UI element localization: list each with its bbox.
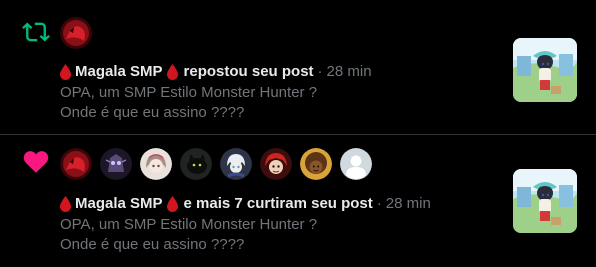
post-thumbnail[interactable] [513, 38, 577, 102]
retweet-icon [22, 22, 50, 42]
default-avatar-icon[interactable] [340, 148, 372, 180]
separator-dot: · [376, 195, 382, 212]
avatar[interactable] [260, 148, 292, 180]
notification-headline: Magala SMP repostou seu post · 28 min [60, 62, 372, 82]
avatar[interactable] [220, 148, 252, 180]
avatar[interactable] [300, 148, 332, 180]
blood-drop-icon [60, 64, 71, 80]
actor-name[interactable]: Magala SMP [75, 194, 163, 214]
blood-drop-icon [166, 64, 178, 80]
blood-drop-icon [60, 196, 71, 212]
timestamp[interactable]: 28 min [327, 62, 372, 82]
timestamp[interactable]: 28 min [386, 194, 431, 214]
heart-icon [23, 151, 49, 173]
notification-repost[interactable]: Magala SMP repostou seu post · 28 min OP… [0, 0, 596, 135]
post-preview-text[interactable]: OPA, um SMP Estilo Monster Hunter ? Onde… [60, 83, 317, 123]
avatar[interactable] [180, 148, 212, 180]
notification-headline: Magala SMP e mais 7 curtiram seu post · … [60, 194, 431, 214]
actor-name[interactable]: Magala SMP [75, 62, 163, 82]
notification-like[interactable]: Magala SMP e mais 7 curtiram seu post · … [0, 135, 596, 267]
separator-dot: · [317, 63, 323, 80]
actor-avatars [60, 148, 372, 180]
actor-avatars [60, 17, 92, 49]
avatar[interactable] [100, 148, 132, 180]
post-thumbnail[interactable] [513, 169, 577, 233]
avatar[interactable] [60, 17, 92, 49]
avatar[interactable] [60, 148, 92, 180]
action-text: e mais 7 curtiram seu post [183, 195, 373, 212]
post-preview-text[interactable]: OPA, um SMP Estilo Monster Hunter ? Onde… [60, 215, 317, 255]
blood-drop-icon [166, 196, 178, 212]
avatar[interactable] [140, 148, 172, 180]
action-text: repostou seu post [183, 63, 314, 80]
